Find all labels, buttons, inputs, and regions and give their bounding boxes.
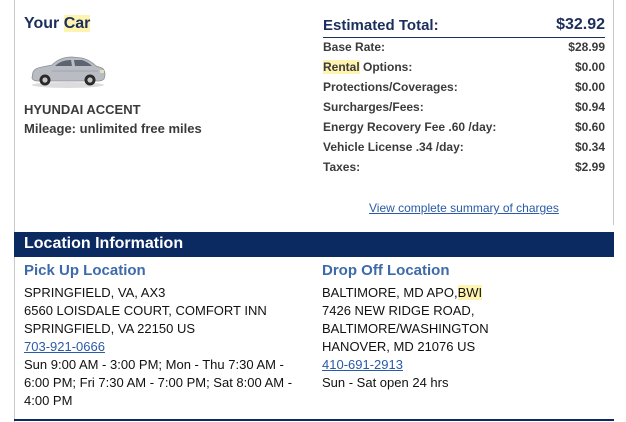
charge-label: Protections/Coverages: bbox=[323, 80, 458, 94]
charge-row-taxes: Taxes: $2.99 bbox=[323, 160, 605, 176]
charge-amount: $28.99 bbox=[568, 40, 605, 54]
charge-amount: $0.34 bbox=[574, 140, 605, 154]
dropoff-address-line2: 7426 NEW RIDGE ROAD, bbox=[322, 303, 475, 318]
charge-label: Vehicle License .34 /day: bbox=[323, 140, 464, 154]
charge-label: Surcharges/Fees: bbox=[323, 100, 424, 114]
charge-label: Base Rate: bbox=[323, 40, 386, 54]
charge-row-vehicle-license: Vehicle License .34 /day: $0.34 bbox=[323, 140, 605, 156]
charge-label-rest: Options: bbox=[359, 60, 413, 74]
car-image bbox=[31, 56, 106, 88]
location-section-header: Location Information bbox=[14, 232, 614, 257]
charge-amount: $0.60 bbox=[574, 120, 605, 134]
view-charges-summary-link[interactable]: View complete summary of charges bbox=[369, 201, 559, 215]
pickup-location: Pick Up Location SPRINGFIELD, VA, AX3 65… bbox=[24, 262, 304, 410]
car-section-title: Your Car bbox=[24, 15, 91, 33]
charge-row-rental-options: Rental Options: $0.00 bbox=[323, 60, 605, 76]
charge-amount: $0.00 bbox=[574, 60, 605, 74]
pickup-address-line3: SPRINGFIELD, VA 22150 US bbox=[24, 321, 195, 336]
estimate-title: Estimated Total: bbox=[323, 17, 439, 34]
panel-right-border bbox=[613, 0, 614, 225]
charge-row-base-rate: Base Rate: $28.99 bbox=[323, 40, 605, 56]
charge-label: Taxes: bbox=[323, 160, 361, 174]
car-title-text: Your bbox=[24, 15, 64, 32]
pickup-phone-link[interactable]: 703-921-0666 bbox=[24, 339, 105, 354]
pickup-heading: Pick Up Location bbox=[24, 262, 146, 279]
panel-left-border bbox=[14, 0, 15, 422]
charge-amount: $0.94 bbox=[574, 100, 605, 114]
pickup-address-line2: 6560 LOISDALE COURT, COMFORT INN bbox=[24, 303, 267, 318]
pickup-hours: Sun 9:00 AM - 3:00 PM; Mon - Thu 7:30 AM… bbox=[24, 357, 293, 408]
dropoff-line1-text: BALTIMORE, MD APO, bbox=[322, 285, 458, 300]
dropoff-address-line4: HANOVER, MD 21076 US bbox=[322, 339, 476, 354]
charge-label-highlight: Rental bbox=[323, 60, 360, 74]
dropoff-heading: Drop Off Location bbox=[322, 262, 450, 279]
charge-row-surcharges: Surcharges/Fees: $0.94 bbox=[323, 100, 605, 116]
dropoff-location: Drop Off Location BALTIMORE, MD APO,BWI … bbox=[322, 262, 607, 392]
estimate-header: Estimated Total: $32.92 bbox=[323, 15, 605, 38]
location-section-title: Location Information bbox=[24, 235, 184, 252]
charge-row-energy-recovery: Energy Recovery Fee .60 /day: $0.60 bbox=[323, 120, 605, 136]
bottom-divider bbox=[14, 419, 614, 421]
car-title-highlight: Car bbox=[63, 15, 91, 32]
dropoff-address-line3: BALTIMORE/WASHINGTON bbox=[322, 321, 489, 336]
charge-label: Rental Options: bbox=[323, 60, 412, 74]
dropoff-line1-highlight: BWI bbox=[457, 285, 483, 300]
dropoff-phone-link[interactable]: 410-691-2913 bbox=[322, 357, 403, 372]
charge-amount: $0.00 bbox=[574, 80, 605, 94]
car-mileage: Mileage: unlimited free miles bbox=[24, 121, 202, 136]
car-model: HYUNDAI ACCENT bbox=[24, 102, 141, 117]
dropoff-hours: Sun - Sat open 24 hrs bbox=[322, 375, 449, 390]
charge-label: Energy Recovery Fee .60 /day: bbox=[323, 120, 497, 134]
pickup-address-line1: SPRINGFIELD, VA, AX3 bbox=[24, 285, 166, 300]
estimate-total: $32.92 bbox=[556, 16, 605, 33]
charge-amount: $2.99 bbox=[574, 160, 605, 174]
charge-row-protections: Protections/Coverages: $0.00 bbox=[323, 80, 605, 96]
dropoff-address-line1: BALTIMORE, MD APO,BWI bbox=[322, 284, 607, 302]
